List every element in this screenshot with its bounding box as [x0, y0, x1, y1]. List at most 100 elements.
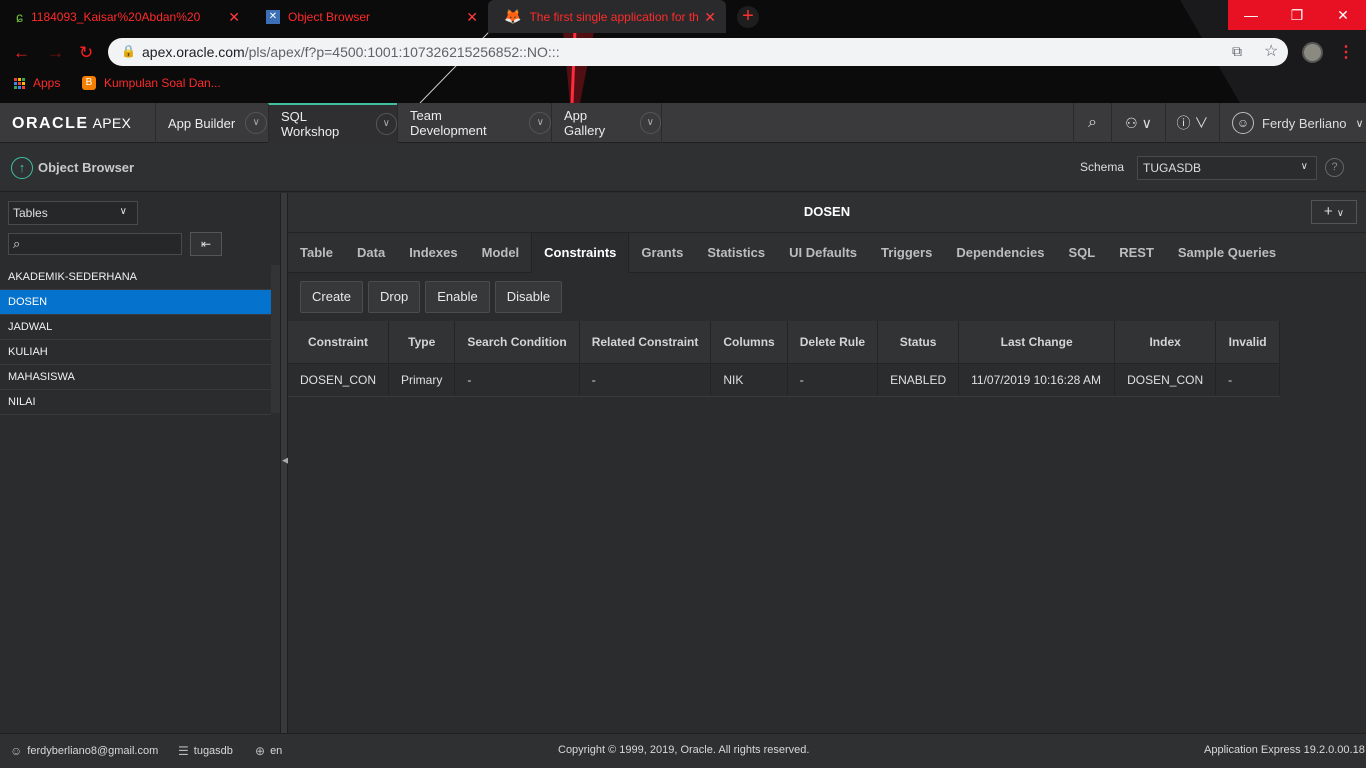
tab-sample-queries[interactable]: Sample Queries [1166, 233, 1288, 273]
back-icon[interactable]: ← [13, 43, 30, 63]
tab-grants[interactable]: Grants [629, 233, 695, 273]
cell-constraint: DOSEN_CON [288, 363, 390, 397]
tab-model[interactable]: Model [470, 233, 532, 273]
list-item[interactable]: MAHASISWA [0, 365, 271, 390]
column-header[interactable]: Delete Rule [787, 321, 879, 364]
column-header[interactable]: Constraint [288, 321, 390, 364]
tab-sql[interactable]: SQL [1056, 233, 1107, 273]
search-icon[interactable]: ⌕ [1073, 103, 1111, 143]
reload-icon[interactable]: ↻ [79, 43, 93, 63]
leaf-icon: ɕ [16, 8, 23, 25]
footer-user: ☺ ferdyberliano8@gmail.com [10, 744, 158, 758]
chevron-down-icon: ∨ [1355, 117, 1364, 130]
help-menu-icon[interactable]: ⓘ ∨ [1165, 103, 1219, 143]
chevron-down-icon[interactable]: ∨ [375, 113, 397, 135]
enable-button[interactable]: Enable [425, 281, 490, 313]
list-item[interactable]: KULIAH [0, 340, 271, 365]
object-type-value: Tables [13, 206, 48, 220]
apex-icon: ✕ [266, 9, 280, 24]
translate-icon[interactable]: ⧉ [1232, 43, 1242, 60]
menu-label: App Gallery [564, 108, 606, 138]
address-bar[interactable]: 🔒 apex.oracle.com/pls/apex/f?p=4500:1001… [108, 38, 1288, 66]
logo-oracle-text: ORACLE [12, 115, 89, 132]
object-type-select[interactable]: Tables ∨ [8, 201, 138, 225]
object-tabs: Table Data Indexes Model Constraints Gra… [288, 233, 1366, 273]
object-search-input[interactable]: ⌕ [8, 233, 182, 255]
tab-indexes[interactable]: Indexes [397, 233, 469, 273]
forward-icon[interactable]: → [47, 43, 64, 63]
close-tab-icon[interactable]: ✕ [466, 9, 478, 26]
column-header[interactable]: Invalid [1215, 321, 1281, 364]
tab-table[interactable]: Table [288, 233, 345, 273]
list-item[interactable]: AKADEMIK-SEDERHANA [0, 265, 271, 290]
column-header[interactable]: Status [877, 321, 960, 364]
collapse-button[interactable]: ⇤ [190, 232, 222, 256]
tab-dependencies[interactable]: Dependencies [944, 233, 1056, 273]
url-text: apex.oracle.com/pls/apex/f?p=4500:1001:1… [142, 44, 560, 60]
new-tab-button[interactable]: + [737, 6, 759, 28]
schema-select[interactable]: TUGASDB ∨ [1137, 156, 1317, 180]
close-window-button[interactable]: ✕ [1320, 0, 1366, 30]
tab-rest[interactable]: REST [1107, 233, 1166, 273]
column-header[interactable]: Related Constraint [579, 321, 712, 364]
chevron-down-icon: ∨ [119, 206, 127, 217]
restore-button[interactable]: ❐ [1274, 0, 1320, 30]
tab-ui-defaults[interactable]: UI Defaults [777, 233, 869, 273]
browser-chrome: ɕ 1184093_Kaisar%20Abdan%20S_ ✕ ✕ Object… [0, 0, 1366, 103]
tab-triggers[interactable]: Triggers [869, 233, 944, 273]
bookmark-kumpulan-soal[interactable]: B Kumpulan Soal Dan... [82, 76, 221, 90]
chevron-down-icon[interactable]: ∨ [245, 112, 268, 134]
menu-label: SQL Workshop [281, 109, 340, 139]
browser-tab-3[interactable]: 🦊 The first single application for th ✕ [488, 0, 726, 33]
list-item[interactable]: NILAI [0, 390, 271, 415]
object-title: DOSEN [288, 193, 1366, 233]
drop-button[interactable]: Drop [368, 281, 421, 313]
constraint-actions: Create Drop Enable Disable [300, 281, 563, 313]
list-item-selected[interactable]: DOSEN [0, 290, 271, 315]
browser-tab-1[interactable]: ɕ 1184093_Kaisar%20Abdan%20S_ ✕ [0, 0, 250, 33]
close-tab-icon[interactable]: ✕ [704, 9, 716, 26]
oracle-apex-logo[interactable]: ORACLE APEX [12, 115, 131, 133]
footer-schema-name: tugasdb [193, 745, 233, 757]
logo-apex-text: APEX [92, 115, 132, 131]
menu-sql-workshop[interactable]: SQL Workshop ∨ [268, 103, 397, 143]
user-name: Ferdy Berliano [1262, 115, 1347, 131]
tab-constraints[interactable]: Constraints [531, 233, 630, 273]
column-header[interactable]: Search Condition [454, 321, 580, 364]
chevron-down-icon[interactable]: ∨ [639, 112, 661, 134]
minimize-button[interactable]: — [1228, 0, 1274, 30]
list-scrollbar[interactable] [271, 265, 280, 413]
disable-button[interactable]: Disable [494, 281, 563, 313]
column-header[interactable]: Type [388, 321, 456, 364]
constraints-table: Constraint Type Search Condition Related… [288, 321, 1281, 397]
browser-tab-2[interactable]: ✕ Object Browser ✕ [250, 0, 488, 33]
tab-data[interactable]: Data [345, 233, 397, 273]
user-menu[interactable]: ☺ Ferdy Berliano ∨ [1219, 103, 1366, 143]
menu-app-builder[interactable]: App Builder ∨ [155, 103, 268, 143]
close-tab-icon[interactable]: ✕ [228, 9, 240, 26]
column-header[interactable]: Last Change [958, 321, 1116, 364]
profile-avatar[interactable] [1302, 42, 1323, 63]
table-row[interactable]: DOSEN_CON Primary - - NIK - ENABLED 11/0… [288, 363, 1281, 397]
tab-title: Object Browser [288, 9, 371, 24]
create-object-button[interactable]: + ∨ [1311, 200, 1357, 224]
footer-language[interactable]: ⊕ en [255, 744, 282, 758]
cell-index: DOSEN_CON [1114, 363, 1217, 397]
tab-statistics[interactable]: Statistics [695, 233, 777, 273]
chevron-down-icon[interactable]: ∨ [529, 112, 551, 134]
up-arrow-icon[interactable]: ↑ [11, 157, 33, 179]
create-button[interactable]: Create [300, 281, 364, 313]
help-icon[interactable]: ? [1325, 158, 1344, 177]
column-header[interactable]: Columns [710, 321, 788, 364]
column-header[interactable]: Index [1114, 321, 1217, 364]
menu-team-development[interactable]: Team Development ∨ [397, 103, 551, 143]
cell-related-constraint: - [579, 363, 712, 397]
list-item[interactable]: JADWAL [0, 315, 271, 340]
browser-menu-icon[interactable]: ⋮ [1338, 42, 1354, 62]
cell-invalid: - [1215, 363, 1281, 397]
admin-user-icon[interactable]: ⚇ ∨ [1111, 103, 1165, 143]
bookmark-star-icon[interactable]: ☆ [1264, 41, 1278, 61]
panel-splitter[interactable]: ◀ [280, 193, 289, 733]
menu-app-gallery[interactable]: App Gallery ∨ [551, 103, 662, 143]
bookmark-apps[interactable]: Apps [14, 76, 60, 90]
